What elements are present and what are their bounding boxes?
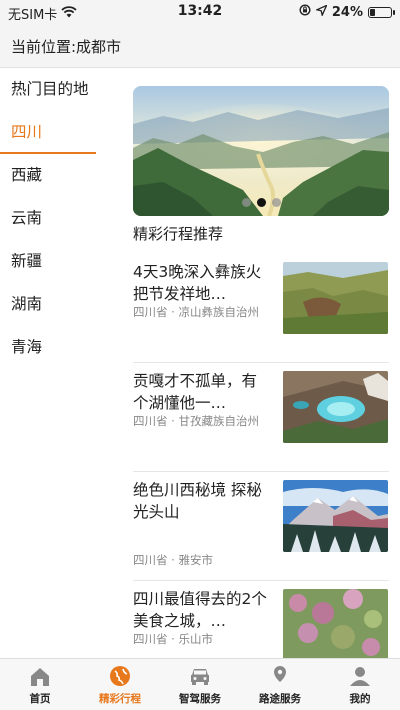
tab-smart-driving[interactable]: 智驾服务 (160, 659, 240, 710)
trip-location: 四川省 · 乐山市 (133, 632, 213, 646)
trip-card[interactable]: 贡嘎才不孤单，有个湖懂他一… 四川省 · 甘孜藏族自治州 (133, 363, 389, 472)
trip-location: 四川省 · 甘孜藏族自治州 (133, 414, 259, 428)
trip-list: 4天3晚深入彝族火把节发祥地… 四川省 · 凉山彝族自治州 贡嘎才不孤单，有个湖… (133, 254, 389, 658)
trip-title: 4天3晚深入彝族火把节发祥地… (133, 263, 262, 303)
status-bar: 无SIM卡 13:42 24% (0, 0, 400, 24)
tab-label: 精彩行程 (99, 693, 141, 705)
sidebar-item-hot-destinations[interactable]: 热门目的地 (0, 68, 96, 111)
trip-thumbnail (283, 371, 388, 443)
tab-mine[interactable]: 我的 (320, 659, 400, 710)
trip-thumbnail (283, 262, 388, 334)
banner-image-mountain-valley (133, 86, 389, 216)
trip-location: 四川省 · 雅安市 (133, 553, 213, 567)
sidebar-item-hunan[interactable]: 湖南 (0, 283, 96, 326)
route-icon (267, 664, 293, 688)
banner-carousel[interactable] (133, 86, 389, 216)
car-icon (187, 664, 213, 688)
home-icon (27, 664, 53, 688)
flower-field-image (283, 589, 388, 658)
snow-mountain-image (283, 480, 388, 552)
tab-trips[interactable]: 精彩行程 (80, 659, 160, 710)
tab-label: 我的 (349, 693, 371, 705)
section-title: 精彩行程推荐 (133, 225, 224, 243)
carousel-dot[interactable] (241, 198, 251, 207)
grassland-cliff-image (283, 262, 388, 334)
location-arrow-icon (314, 3, 328, 20)
destination-sidebar: 热门目的地 四川 西藏 云南 新疆 湖南 青海 (0, 68, 96, 658)
mountain-lake-image (283, 371, 388, 443)
location-header: 当前位置:成都市 (0, 24, 400, 68)
tab-road-service[interactable]: 路途服务 (240, 659, 320, 710)
battery-percent: 24% (331, 4, 363, 20)
carousel-indicators (133, 198, 389, 207)
status-right: 24% (299, 3, 395, 20)
tab-label: 智驾服务 (179, 693, 221, 705)
sidebar-item-tibet[interactable]: 西藏 (0, 154, 96, 197)
user-icon (347, 664, 373, 688)
tab-label: 首页 (29, 693, 51, 705)
sidebar-item-yunnan[interactable]: 云南 (0, 197, 96, 240)
trip-card[interactable]: 四川最值得去的2个美食之城，… 四川省 · 乐山市 (133, 581, 389, 658)
current-location[interactable]: 当前位置:成都市 (11, 36, 121, 57)
sidebar-item-qinghai[interactable]: 青海 (0, 326, 96, 369)
tab-label: 路途服务 (259, 693, 301, 705)
bottom-tab-bar: 首页 精彩行程 智驾服务 路途服务 我的 (0, 658, 400, 710)
globe-icon (107, 664, 133, 688)
carousel-dot-active[interactable] (256, 198, 266, 207)
trip-card[interactable]: 4天3晚深入彝族火把节发祥地… 四川省 · 凉山彝族自治州 (133, 254, 389, 363)
battery-icon (368, 6, 395, 18)
trip-title: 贡嘎才不孤单，有个湖懂他一… (133, 372, 258, 412)
trip-thumbnail (283, 589, 388, 658)
trip-title: 绝色川西秘境 探秘光头山 (133, 481, 262, 521)
trip-card[interactable]: 绝色川西秘境 探秘光头山 四川省 · 雅安市 (133, 472, 389, 581)
trip-location: 四川省 · 凉山彝族自治州 (133, 305, 259, 319)
trip-thumbnail (283, 480, 388, 552)
trip-title: 四川最值得去的2个美食之城，… (133, 590, 267, 630)
main-content: 精彩行程推荐 4天3晚深入彝族火把节发祥地… 四川省 · 凉山彝族自治州 贡嘎才… (96, 68, 400, 658)
sidebar-item-xinjiang[interactable]: 新疆 (0, 240, 96, 283)
sidebar-item-sichuan[interactable]: 四川 (0, 111, 96, 154)
tab-home[interactable]: 首页 (0, 659, 80, 710)
battery-level-fill (370, 8, 376, 16)
carousel-dot[interactable] (271, 198, 281, 207)
screen-lock-icon (299, 4, 311, 20)
